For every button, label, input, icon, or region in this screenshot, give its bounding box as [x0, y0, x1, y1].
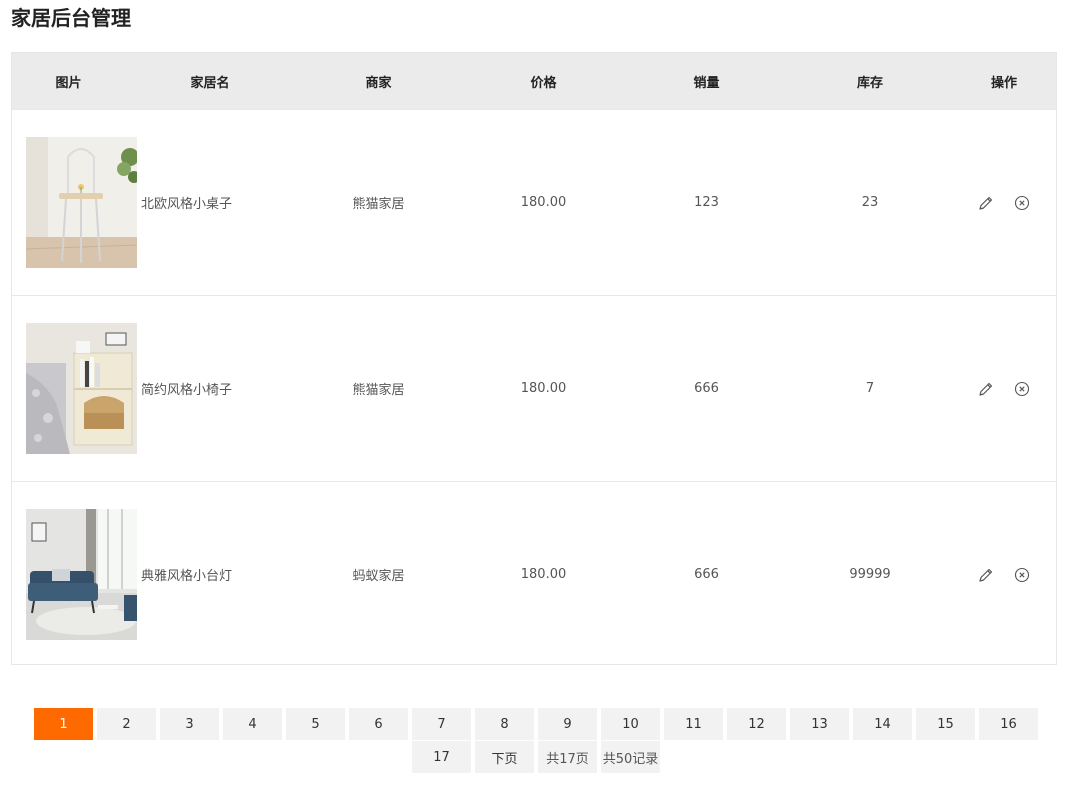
stock-cell: 23	[788, 109, 952, 296]
name-cell: 简约风格小椅子	[125, 295, 295, 482]
page-button-5[interactable]: 5	[286, 708, 345, 740]
page-button-12[interactable]: 12	[727, 708, 786, 740]
pencil-icon	[979, 568, 993, 582]
header-image: 图片	[12, 53, 125, 110]
price-cell: 180.00	[462, 481, 625, 667]
page-button-8[interactable]: 8	[475, 708, 534, 740]
next-page-button[interactable]: 下页	[475, 741, 534, 773]
total-records-text: 共50记录	[601, 741, 660, 773]
page-button-6[interactable]: 6	[349, 708, 408, 740]
pagination: 1 2 3 4 5 6 7 8 9 10 11 12 13 14 15 16 1…	[34, 708, 1038, 773]
page-button-1[interactable]: 1	[34, 708, 93, 740]
table-row: 典雅风格小台灯 蚂蚁家居 180.00 666 99999	[12, 481, 1056, 667]
circle-x-icon	[1014, 195, 1030, 210]
header-vendor: 商家	[295, 53, 462, 110]
header-name: 家居名	[125, 53, 295, 110]
page-button-3[interactable]: 3	[160, 708, 219, 740]
actions-cell	[952, 295, 1056, 482]
header-actions: 操作	[952, 53, 1056, 110]
edit-button[interactable]	[976, 193, 996, 213]
circle-x-icon	[1014, 567, 1030, 582]
edit-button[interactable]	[976, 379, 996, 399]
vendor-cell: 熊猫家居	[295, 109, 462, 296]
header-sales: 销量	[625, 53, 788, 110]
name-cell: 北欧风格小桌子	[125, 109, 295, 296]
table-row: 北欧风格小桌子 熊猫家居 180.00 123 23	[12, 109, 1056, 296]
delete-button[interactable]	[1012, 565, 1032, 585]
pencil-icon	[979, 196, 993, 210]
stock-cell: 99999	[788, 481, 952, 667]
delete-button[interactable]	[1012, 193, 1032, 213]
sales-cell: 123	[625, 109, 788, 296]
furniture-table: 图片 家居名 商家 价格 销量 库存 操作 北欧风格小桌子 熊猫家居 180.0…	[11, 52, 1057, 667]
page-title: 家居后台管理	[11, 6, 131, 30]
vendor-cell: 熊猫家居	[295, 295, 462, 482]
page-button-17[interactable]: 17	[412, 741, 471, 773]
sales-cell: 666	[625, 481, 788, 667]
product-image-living-room	[26, 509, 137, 640]
page-button-15[interactable]: 15	[916, 708, 975, 740]
delete-button[interactable]	[1012, 379, 1032, 399]
product-image-side-table	[26, 137, 137, 268]
stock-cell: 7	[788, 295, 952, 482]
vendor-cell: 蚂蚁家居	[295, 481, 462, 667]
table-header-row: 图片 家居名 商家 价格 销量 库存 操作	[12, 53, 1056, 110]
edit-button[interactable]	[976, 565, 996, 585]
page-button-13[interactable]: 13	[790, 708, 849, 740]
table-row: 简约风格小椅子 熊猫家居 180.00 666 7	[12, 295, 1056, 482]
page-button-11[interactable]: 11	[664, 708, 723, 740]
product-image-shelf	[26, 323, 137, 454]
name-cell: 典雅风格小台灯	[125, 481, 295, 667]
page-button-7[interactable]: 7	[412, 708, 471, 740]
page-button-14[interactable]: 14	[853, 708, 912, 740]
actions-cell	[952, 481, 1056, 667]
page-button-10[interactable]: 10	[601, 708, 660, 740]
sales-cell: 666	[625, 295, 788, 482]
header-stock: 库存	[788, 53, 952, 110]
price-cell: 180.00	[462, 295, 625, 482]
header-price: 价格	[462, 53, 625, 110]
page-button-4[interactable]: 4	[223, 708, 282, 740]
image-cell	[12, 109, 137, 296]
total-pages-text: 共17页	[538, 741, 597, 773]
circle-x-icon	[1014, 381, 1030, 396]
page-button-16[interactable]: 16	[979, 708, 1038, 740]
page-button-2[interactable]: 2	[97, 708, 156, 740]
image-cell	[12, 295, 137, 482]
price-cell: 180.00	[462, 109, 625, 296]
image-cell	[12, 481, 137, 667]
actions-cell	[952, 109, 1056, 296]
pencil-icon	[979, 382, 993, 396]
page-button-9[interactable]: 9	[538, 708, 597, 740]
